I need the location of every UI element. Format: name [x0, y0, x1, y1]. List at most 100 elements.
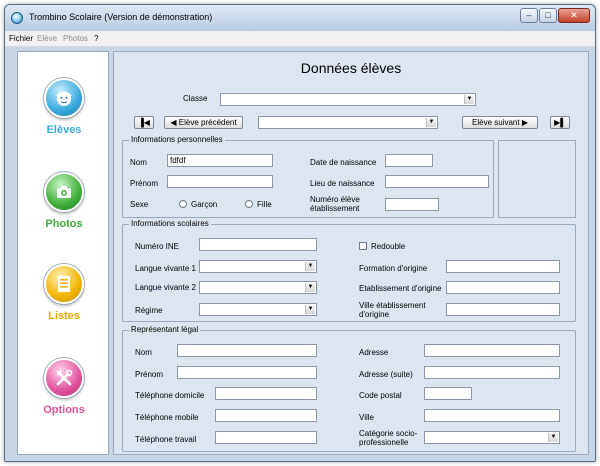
arrow-left-icon: ◀	[170, 118, 179, 127]
close-button[interactable]: ✕	[558, 8, 590, 23]
school-info-group: Informations scolaires Numéro INE Langue…	[122, 219, 576, 322]
main-panel: Données élèves Classe ▼ ▐◀ ◀ Elève précé…	[113, 51, 589, 455]
first-student-button[interactable]: ▐◀	[134, 116, 154, 129]
ville-label: Ville	[359, 413, 374, 422]
regime-label: Régime	[135, 306, 163, 315]
menu-bar: Fichier Elève Photos ?	[5, 31, 595, 47]
chevron-down-icon: ▼	[548, 433, 558, 442]
fille-radio[interactable]	[245, 200, 253, 208]
prev-student-button[interactable]: ◀ Elève précédent	[164, 116, 243, 129]
ville-etab-field[interactable]	[446, 303, 560, 316]
ine-field[interactable]	[199, 238, 317, 251]
sidebar-item-label: Elèves	[46, 124, 82, 136]
maximize-button[interactable]: □	[539, 8, 557, 23]
nom-label: Nom	[130, 158, 147, 167]
prev-student-label: Elève précédent	[178, 118, 237, 127]
menu-fichier[interactable]: Fichier	[9, 34, 33, 43]
page-title: Données élèves	[300, 60, 402, 76]
list-icon	[44, 264, 84, 304]
sidebar-item-listes[interactable]: Listes	[18, 264, 110, 350]
csp-select[interactable]: ▼	[424, 431, 560, 444]
next-student-label: Elève suivant	[472, 118, 520, 127]
personal-info-group: Informations personnelles Nom fdfdf Prén…	[122, 135, 494, 218]
sidebar: Elèves Photos Listes Options	[17, 51, 109, 455]
title-bar[interactable]: Trombino Scolaire (Version de démonstrat…	[5, 5, 595, 31]
student-select[interactable]: ▼	[258, 116, 438, 129]
sexe-label: Sexe	[130, 200, 149, 209]
rep-nom-label: Nom	[135, 348, 152, 357]
arrow-right-icon: ▶	[519, 118, 528, 127]
formation-label: Formation d'origine	[359, 264, 428, 273]
classe-select[interactable]: ▼	[220, 93, 476, 106]
tel-dom-label: Téléphone domicile	[135, 391, 205, 400]
numero-label: Numéro élève établissement	[310, 195, 360, 213]
student-face-icon	[44, 78, 84, 118]
lv1-select[interactable]: ▼	[199, 260, 317, 273]
formation-field[interactable]	[446, 260, 560, 273]
sidebar-item-eleves[interactable]: Elèves	[18, 78, 110, 164]
photo-placeholder	[498, 140, 576, 218]
rep-prenom-field[interactable]	[177, 366, 317, 379]
chevron-down-icon: ▼	[305, 283, 315, 292]
sidebar-item-photos[interactable]: Photos	[18, 172, 110, 258]
chevron-down-icon: ▼	[426, 118, 436, 127]
rep-prenom-label: Prénom	[135, 370, 164, 379]
lv1-label: Langue vivante 1	[135, 264, 196, 273]
lv2-select[interactable]: ▼	[199, 281, 317, 294]
garcon-radio[interactable]	[179, 200, 187, 208]
camera-icon	[44, 172, 84, 212]
tools-icon	[44, 358, 84, 398]
app-logo-icon	[11, 12, 23, 24]
legal-rep-title: Représentant légal	[129, 325, 201, 335]
chevron-down-icon: ▼	[305, 305, 315, 314]
dob-field[interactable]	[385, 154, 433, 167]
school-info-title: Informations scolaires	[129, 219, 211, 229]
ville-field[interactable]	[424, 409, 560, 422]
chevron-down-icon: ▼	[305, 262, 315, 271]
chevron-down-icon: ▼	[464, 95, 474, 104]
app-window: Trombino Scolaire (Version de démonstrat…	[4, 4, 596, 462]
regime-select[interactable]: ▼	[199, 303, 317, 316]
skip-last-icon: ▶▌	[554, 118, 566, 127]
classe-label: Classe	[183, 94, 208, 103]
window-title: Trombino Scolaire (Version de démonstrat…	[29, 12, 213, 22]
etab-label: Etablissement d'origine	[359, 284, 442, 293]
prenom-label: Prénom	[130, 179, 159, 188]
rep-nom-field[interactable]	[177, 344, 317, 357]
csp-label: Catégorie socio-professionelle	[359, 429, 418, 447]
dob-label: Date de naissance	[310, 158, 377, 167]
menu-help[interactable]: ?	[94, 34, 98, 43]
minimize-button[interactable]: –	[520, 8, 538, 23]
menu-eleve[interactable]: Elève	[37, 34, 57, 43]
sidebar-item-options[interactable]: Options	[18, 358, 110, 444]
adresse-field[interactable]	[424, 344, 560, 357]
sidebar-item-label: Options	[43, 404, 85, 416]
ville-etab-label: Ville établissement d'origine	[359, 301, 426, 319]
menu-photos[interactable]: Photos	[63, 34, 88, 43]
tel-trav-field[interactable]	[215, 431, 317, 444]
lv2-label: Langue vivante 2	[135, 283, 196, 292]
adresse2-label: Adresse (suite)	[359, 370, 413, 379]
tel-trav-label: Téléphone travail	[135, 435, 197, 444]
lieu-field[interactable]	[385, 175, 489, 188]
tel-mob-label: Téléphone mobile	[135, 413, 199, 422]
last-student-button[interactable]: ▶▌	[550, 116, 570, 129]
garcon-label: Garçon	[191, 200, 218, 209]
sidebar-item-label: Listes	[48, 310, 80, 322]
cp-field[interactable]	[424, 387, 472, 400]
tel-mob-field[interactable]	[215, 409, 317, 422]
sidebar-item-label: Photos	[45, 218, 83, 230]
nom-field[interactable]: fdfdf	[167, 154, 273, 167]
next-student-button[interactable]: Elève suivant ▶	[462, 116, 538, 129]
redouble-checkbox[interactable]	[359, 242, 367, 250]
adresse2-field[interactable]	[424, 366, 560, 379]
skip-first-icon: ▐◀	[138, 118, 150, 127]
lieu-label: Lieu de naissance	[310, 179, 375, 188]
etab-field[interactable]	[446, 281, 560, 294]
tel-dom-field[interactable]	[215, 387, 317, 400]
ine-label: Numéro INE	[135, 242, 180, 251]
personal-info-title: Informations personnelles	[129, 135, 225, 145]
adresse-label: Adresse	[359, 348, 389, 357]
prenom-field[interactable]	[167, 175, 273, 188]
numero-field[interactable]	[385, 198, 439, 211]
